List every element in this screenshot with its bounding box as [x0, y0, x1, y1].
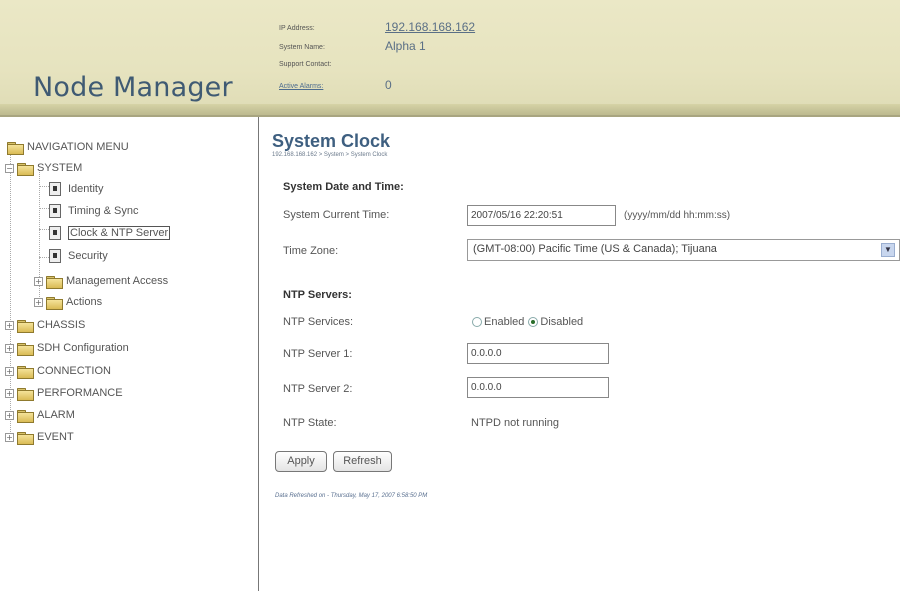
ntp-server2-input[interactable]: [467, 377, 609, 398]
folder-open-icon: [17, 162, 34, 176]
tree-folder-connection[interactable]: + CONNECTION: [5, 361, 111, 381]
tree-folder-label: EVENT: [37, 431, 74, 443]
chevron-down-icon[interactable]: ▼: [881, 243, 895, 257]
ip-address-link[interactable]: 192.168.168.162: [385, 20, 475, 34]
tree-root-label: NAVIGATION MENU: [27, 141, 129, 153]
date-time-section-title: System Date and Time:: [283, 181, 404, 193]
system-name-label: System Name:: [279, 44, 325, 51]
tree-item-timing-sync[interactable]: Timing & Sync: [49, 201, 139, 221]
tree-folder-system[interactable]: − SYSTEM: [5, 158, 82, 178]
current-time-label: System Current Time:: [283, 209, 390, 221]
expand-icon[interactable]: +: [5, 343, 14, 353]
collapse-icon[interactable]: −: [5, 163, 14, 173]
expand-icon[interactable]: +: [5, 320, 14, 330]
expand-icon[interactable]: +: [34, 276, 43, 286]
sidebar-divider: [258, 117, 259, 591]
time-zone-label: Time Zone:: [283, 245, 339, 257]
time-zone-select[interactable]: (GMT-08:00) Pacific Time (US & Canada); …: [467, 239, 900, 261]
ntp-services-label: NTP Services:: [283, 316, 354, 328]
folder-icon: [17, 365, 34, 379]
expand-icon[interactable]: +: [5, 432, 14, 442]
tree-folder-label: ALARM: [37, 409, 75, 421]
tree-item-label: Identity: [68, 183, 104, 195]
tree-folder-actions[interactable]: + Actions: [34, 292, 102, 312]
header-divider: [0, 104, 900, 117]
tree-item-label: Security: [68, 250, 108, 262]
page-icon: [49, 249, 61, 263]
data-refreshed-timestamp: Data Refreshed on - Thursday, May 17, 20…: [275, 493, 428, 499]
ntp-server1-input[interactable]: [467, 343, 609, 364]
tree-item-identity[interactable]: Identity: [49, 179, 103, 199]
page-icon: [49, 226, 61, 240]
system-name-value: Alpha 1: [385, 39, 426, 53]
tree-guide-line: [39, 208, 49, 209]
expand-icon[interactable]: +: [5, 366, 14, 376]
tree-folder-sdh-configuration[interactable]: + SDH Configuration: [5, 338, 129, 358]
tree-guide-line: [39, 229, 49, 230]
ntp-enabled-label: Enabled: [484, 316, 525, 328]
ntp-server1-label: NTP Server 1:: [283, 348, 353, 360]
current-time-input[interactable]: [467, 205, 616, 226]
refresh-button[interactable]: Refresh: [333, 451, 392, 472]
ntp-server2-label: NTP Server 2:: [283, 383, 353, 395]
tree-folder-performance[interactable]: + PERFORMANCE: [5, 383, 123, 403]
ntp-services-radio-group: Enabled Disabled: [472, 316, 583, 328]
page-icon: [49, 182, 61, 196]
tree-guide-line: [39, 186, 49, 187]
expand-icon[interactable]: +: [5, 388, 14, 398]
ntp-state-value: NTPD not running: [471, 417, 560, 429]
ntp-disabled-radio[interactable]: [528, 317, 539, 327]
tree-folder-label: PERFORMANCE: [37, 387, 123, 399]
expand-icon[interactable]: +: [5, 410, 14, 420]
ntp-disabled-label: Disabled: [540, 316, 584, 328]
active-alarms-link[interactable]: Active Alarms:: [279, 83, 323, 90]
expand-icon[interactable]: +: [34, 297, 43, 307]
page-title: System Clock: [272, 131, 391, 151]
tree-folder-label: Actions: [66, 296, 103, 308]
folder-icon: [17, 431, 34, 445]
folder-icon: [7, 141, 24, 155]
page-icon: [49, 204, 61, 218]
header-banner: Node Manager IP Address: 192.168.168.162…: [0, 0, 900, 117]
ntp-enabled-radio[interactable]: [472, 317, 482, 327]
tree-folder-management-access[interactable]: + Management Access: [34, 271, 168, 291]
ip-address-label: IP Address:: [279, 25, 315, 32]
folder-icon: [17, 342, 34, 356]
time-zone-selected: (GMT-08:00) Pacific Time (US & Canada); …: [473, 243, 717, 255]
tree-folder-label: Management Access: [66, 275, 169, 287]
tree-root[interactable]: NAVIGATION MENU: [7, 137, 129, 157]
folder-icon: [46, 275, 63, 289]
tree-folder-alarm[interactable]: + ALARM: [5, 405, 75, 425]
tree-folder-chassis[interactable]: + CHASSIS: [5, 315, 85, 335]
tree-folder-label: CONNECTION: [37, 365, 111, 377]
active-alarms-count: 0: [385, 78, 392, 92]
tree-item-label: Timing & Sync: [68, 205, 139, 217]
folder-icon: [17, 387, 34, 401]
tree-item-clock-ntp-server[interactable]: Clock & NTP Server: [49, 223, 171, 243]
tree-guide-line: [39, 257, 49, 258]
app-title: Node Manager: [33, 72, 233, 103]
tree-folder-label: CHASSIS: [37, 319, 86, 331]
tree-folder-event[interactable]: + EVENT: [5, 427, 74, 447]
tree-item-security[interactable]: Security: [49, 246, 108, 266]
breadcrumb: 192.168.168.162 > System > System Clock: [272, 152, 388, 158]
ntp-state-label: NTP State:: [283, 417, 337, 429]
apply-button[interactable]: Apply: [275, 451, 327, 472]
folder-icon: [17, 319, 34, 333]
folder-icon: [46, 296, 63, 310]
ntp-section-title: NTP Servers:: [283, 289, 352, 301]
tree-folder-label: SDH Configuration: [37, 342, 129, 354]
tree-folder-label: SYSTEM: [37, 162, 83, 174]
tree-item-label: Clock & NTP Server: [68, 226, 171, 240]
support-contact-label: Support Contact:: [279, 61, 332, 68]
time-format-hint: (yyyy/mm/dd hh:mm:ss): [624, 210, 731, 221]
folder-icon: [17, 409, 34, 423]
